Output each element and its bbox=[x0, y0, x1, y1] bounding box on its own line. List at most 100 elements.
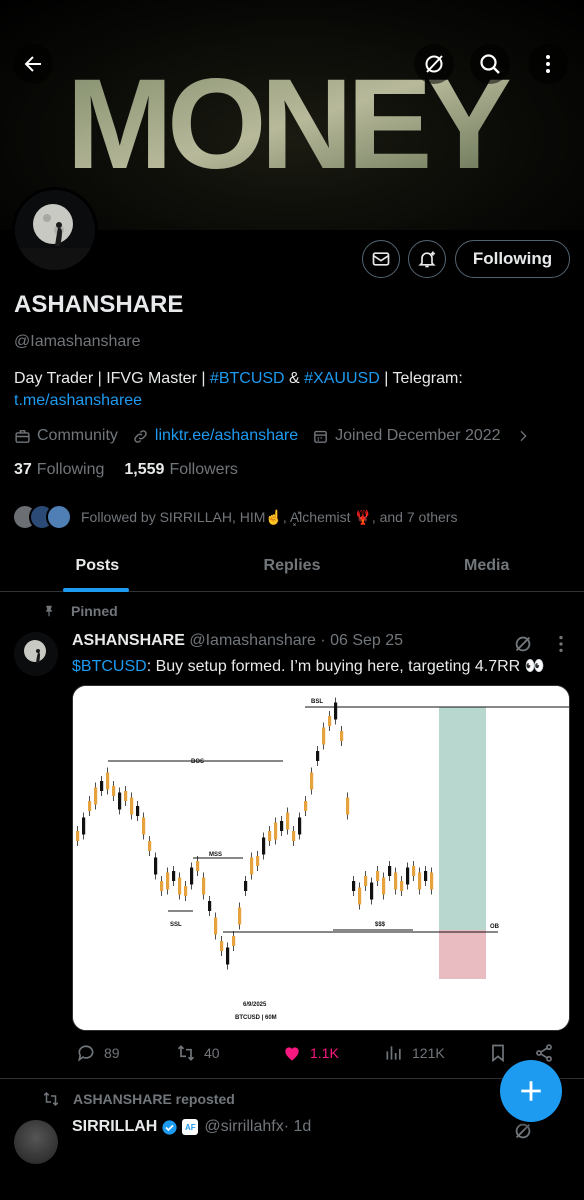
like-button[interactable]: 1.1K bbox=[282, 1043, 339, 1063]
tab-posts[interactable]: Posts bbox=[0, 546, 195, 592]
post-avatar[interactable] bbox=[14, 1120, 58, 1164]
chevron-right-icon[interactable] bbox=[515, 428, 531, 444]
post-time[interactable]: · 1d bbox=[284, 1118, 312, 1136]
candle-body bbox=[364, 876, 368, 886]
candle-body bbox=[88, 801, 92, 811]
candle-body bbox=[298, 817, 302, 835]
compose-post-button[interactable] bbox=[500, 1060, 562, 1122]
website-item[interactable]: linktr.ee/ashanshare bbox=[132, 427, 298, 445]
tab-media[interactable]: Media bbox=[389, 546, 584, 591]
grok-button[interactable] bbox=[414, 44, 454, 84]
views-count: 121K bbox=[412, 1045, 445, 1061]
post-avatar[interactable] bbox=[14, 632, 58, 676]
post-actions: 89 40 1.1K 121K bbox=[72, 1043, 562, 1067]
joined-item: Joined December 2022 bbox=[312, 427, 501, 445]
reply-button[interactable]: 89 bbox=[76, 1043, 120, 1063]
back-arrow-icon bbox=[24, 56, 41, 72]
followed-by[interactable]: Followed by SIRRILLAH, HIM☝️, A͓̽lchemis… bbox=[12, 503, 457, 531]
hashtag-xauusd[interactable]: #XAUUSD bbox=[304, 370, 380, 387]
notifications-button[interactable] bbox=[408, 240, 446, 278]
post-header: SIRRILLAH AF @sirrillahfx · 1d bbox=[72, 1118, 311, 1136]
candle-body bbox=[142, 817, 146, 835]
more-options-button[interactable] bbox=[528, 44, 568, 84]
post-date[interactable]: · 06 Sep 25 bbox=[316, 632, 403, 649]
candle-body bbox=[304, 801, 308, 811]
tab-replies[interactable]: Replies bbox=[195, 546, 390, 591]
candle-body bbox=[172, 871, 176, 881]
more-vertical-icon bbox=[546, 55, 550, 73]
candle-body bbox=[148, 841, 152, 851]
profile-banner[interactable]: MONEY bbox=[0, 0, 584, 230]
candle-body bbox=[250, 857, 254, 875]
grok-icon[interactable] bbox=[512, 1120, 534, 1142]
candle-body bbox=[334, 702, 338, 720]
chart-label-bsl: BSL bbox=[311, 699, 323, 705]
following-button[interactable]: Following bbox=[455, 240, 570, 278]
profile-tabs: Posts Replies Media bbox=[0, 546, 584, 592]
telegram-link[interactable]: t.me/ashansharee bbox=[14, 392, 142, 409]
hashtag-btcusd[interactable]: #BTCUSD bbox=[210, 370, 285, 387]
candle-body bbox=[226, 947, 230, 965]
candle-body bbox=[154, 857, 158, 875]
reply-icon bbox=[78, 1045, 94, 1062]
candle-body bbox=[268, 831, 272, 841]
profile-bio: Day Trader | IFVG Master | #BTCUSD & #XA… bbox=[14, 368, 574, 412]
views-button[interactable]: 121K bbox=[384, 1043, 445, 1063]
repost-button[interactable]: 40 bbox=[176, 1043, 220, 1063]
profile-avatar[interactable] bbox=[12, 187, 98, 273]
candle-body bbox=[160, 881, 164, 891]
affiliate-badge[interactable]: AF bbox=[182, 1119, 199, 1135]
back-button[interactable] bbox=[13, 44, 53, 84]
joined-label: Joined December 2022 bbox=[335, 427, 501, 444]
repost-indicator[interactable]: ASHANSHARE reposted bbox=[42, 1090, 235, 1108]
bio-text-telegram: | Telegram: bbox=[379, 370, 463, 387]
post-handle[interactable]: @sirrillahfx bbox=[204, 1118, 283, 1136]
candle-body bbox=[376, 871, 380, 881]
grok-icon bbox=[425, 55, 443, 73]
following-count[interactable]: 37 Following bbox=[14, 461, 104, 479]
category-item: Community bbox=[14, 427, 118, 445]
follower-avatar bbox=[46, 504, 72, 530]
avatar-moon-image bbox=[14, 632, 58, 676]
chart-label-mss: MSS bbox=[209, 852, 222, 858]
post-chart-image[interactable]: BSL BOS MSS SSL $$$ OB 6/9/2025 BTCUSD |… bbox=[72, 685, 570, 1031]
plus-icon bbox=[521, 1081, 541, 1101]
chart-label-sss: $$$ bbox=[375, 922, 386, 928]
candle-body bbox=[394, 872, 398, 890]
candle-body bbox=[190, 867, 194, 885]
cashtag-btcusd[interactable]: $BTCUSD bbox=[72, 658, 147, 675]
candle-body bbox=[220, 941, 224, 951]
post-handle[interactable]: @Iamashanshare bbox=[189, 632, 316, 649]
reply-count: 89 bbox=[104, 1045, 120, 1061]
grok-icon[interactable] bbox=[512, 633, 534, 655]
bookmark-icon[interactable] bbox=[488, 1043, 508, 1063]
post-author[interactable]: SIRRILLAH bbox=[72, 1118, 157, 1136]
candle-body bbox=[286, 812, 290, 830]
message-button[interactable] bbox=[362, 240, 400, 278]
candle-body bbox=[382, 877, 386, 895]
candle-body bbox=[244, 881, 248, 891]
pinned-label: Pinned bbox=[71, 603, 118, 619]
candle-body bbox=[412, 866, 416, 876]
candle-body bbox=[352, 881, 356, 891]
calendar-icon bbox=[314, 430, 327, 443]
chart-label-bos: BOS bbox=[191, 759, 204, 765]
candle-body bbox=[214, 917, 218, 935]
avatar-moon-image bbox=[15, 190, 95, 270]
candle-body bbox=[292, 831, 296, 841]
candle-body bbox=[370, 882, 374, 900]
website-link[interactable]: linktr.ee/ashanshare bbox=[155, 427, 298, 445]
candle-body bbox=[202, 877, 206, 895]
repost-label: ASHANSHARE reposted bbox=[73, 1091, 235, 1107]
search-button[interactable] bbox=[470, 44, 510, 84]
followers-count[interactable]: 1,559 Followers bbox=[124, 461, 238, 479]
candle-body bbox=[310, 772, 314, 790]
heart-filled-icon bbox=[285, 1047, 299, 1061]
post-author[interactable]: ASHANSHARE bbox=[72, 632, 185, 649]
more-vertical-icon[interactable] bbox=[550, 633, 572, 655]
views-chart-icon bbox=[386, 1046, 401, 1060]
candle-body bbox=[340, 731, 344, 741]
envelope-icon bbox=[372, 252, 390, 266]
post-body: : Buy setup formed. I’m buying here, tar… bbox=[146, 658, 545, 675]
candle-body bbox=[238, 907, 242, 925]
